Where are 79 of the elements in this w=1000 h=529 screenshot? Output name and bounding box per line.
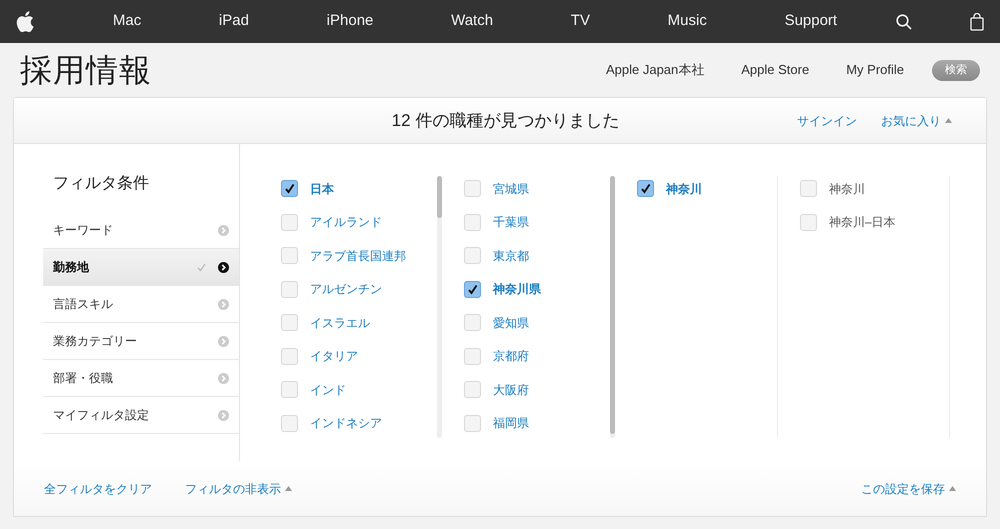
option-label[interactable]: アラブ首長国連邦	[310, 246, 406, 264]
clear-filters-link[interactable]: 全フィルタをクリア	[44, 480, 152, 498]
option-label[interactable]: 東京都	[493, 246, 529, 264]
checkbox[interactable]	[281, 381, 298, 398]
option-label[interactable]: イタリア	[310, 347, 358, 365]
filter-item[interactable]: マイフィルタ設定	[43, 397, 239, 434]
scrollbar[interactable]	[610, 176, 615, 438]
scrollbar[interactable]	[437, 176, 442, 438]
filter-item[interactable]: 業務カテゴリー	[43, 323, 239, 360]
page-title: 採用情報	[20, 50, 152, 91]
nav-link[interactable]: TV	[570, 10, 590, 33]
header-link[interactable]: Apple Store	[741, 60, 810, 80]
option-label[interactable]: 福岡県	[493, 414, 529, 432]
caret-icon	[949, 486, 956, 491]
checkbox[interactable]	[800, 180, 817, 197]
header-link[interactable]: My Profile	[846, 60, 904, 80]
filter-item[interactable]: 部署・役職	[43, 360, 239, 397]
filter-item[interactable]: 勤務地	[43, 249, 239, 286]
checkbox[interactable]	[281, 180, 298, 197]
checkbox[interactable]	[464, 314, 481, 331]
option-label[interactable]: 京都府	[493, 347, 529, 365]
option-label[interactable]: アルゼンチン	[310, 280, 382, 298]
option-label[interactable]: 宮城県	[493, 180, 529, 198]
option-label[interactable]: 日本	[310, 180, 334, 198]
option-label[interactable]: イスラエル	[310, 314, 370, 332]
option-label[interactable]: 神奈川	[666, 180, 702, 198]
apple-logo-icon[interactable]	[16, 11, 34, 32]
option-label[interactable]: 愛知県	[493, 314, 529, 332]
nav-link[interactable]: Support	[784, 10, 838, 33]
checkbox[interactable]	[464, 214, 481, 230]
checkbox[interactable]	[281, 247, 298, 264]
check-icon	[284, 183, 295, 194]
search-icon[interactable]	[896, 14, 912, 30]
checkbox[interactable]	[281, 314, 298, 331]
caret-icon	[945, 118, 952, 123]
save-settings-link[interactable]: この設定を保存	[861, 480, 956, 498]
chevron-circle-icon	[218, 298, 229, 310]
caret-icon	[285, 486, 292, 491]
nav-link[interactable]: Mac	[112, 10, 142, 33]
sign-in-link[interactable]: サインイン	[797, 112, 857, 130]
checkbox[interactable]	[464, 414, 481, 432]
shopping-bag-icon[interactable]	[970, 12, 984, 30]
option-label[interactable]: 大阪府	[493, 380, 529, 398]
results-count: 12 件の職種が見つかりました	[392, 110, 620, 132]
checkbox[interactable]	[281, 280, 298, 298]
option-label[interactable]: 千葉県	[493, 213, 529, 231]
option-label[interactable]: インド	[310, 380, 346, 398]
checkbox[interactable]	[281, 414, 298, 432]
nav-link[interactable]: Watch	[451, 10, 494, 33]
check-icon	[640, 183, 651, 194]
option-label[interactable]: アイルランド	[310, 213, 382, 231]
checkbox[interactable]	[464, 180, 481, 197]
nav-link[interactable]: iPhone	[326, 10, 374, 33]
chevron-circle-icon	[218, 410, 229, 420]
favorites-link[interactable]: お気に入り	[881, 112, 952, 130]
checkbox[interactable]	[281, 348, 298, 364]
header-link[interactable]: Apple Japan本社	[606, 60, 704, 80]
chevron-circle-icon	[218, 224, 229, 236]
checkbox[interactable]	[281, 214, 298, 230]
nav-link[interactable]: iPad	[218, 10, 249, 33]
search-button[interactable]: 検索	[932, 60, 980, 80]
option-label[interactable]: 神奈川–日本	[829, 213, 896, 231]
check-icon	[467, 284, 478, 294]
filter-item[interactable]: 言語スキル	[43, 286, 239, 323]
checkbox[interactable]	[800, 214, 817, 230]
hide-filters-link[interactable]: フィルタの非表示	[185, 480, 292, 498]
chevron-circle-icon	[218, 372, 229, 384]
option-label[interactable]: 神奈川県	[493, 280, 541, 298]
chevron-circle-icon	[218, 262, 229, 272]
checkbox[interactable]	[464, 280, 481, 298]
checkbox[interactable]	[464, 247, 481, 264]
filter-heading: フィルタ条件	[53, 174, 150, 194]
checkbox[interactable]	[464, 381, 481, 398]
checkbox[interactable]	[637, 180, 654, 197]
option-label[interactable]: インドネシア	[310, 414, 382, 432]
nav-link[interactable]: Music	[668, 10, 707, 33]
checkbox[interactable]	[464, 348, 481, 364]
chevron-circle-icon	[218, 336, 229, 346]
option-label[interactable]: 神奈川	[829, 180, 865, 198]
